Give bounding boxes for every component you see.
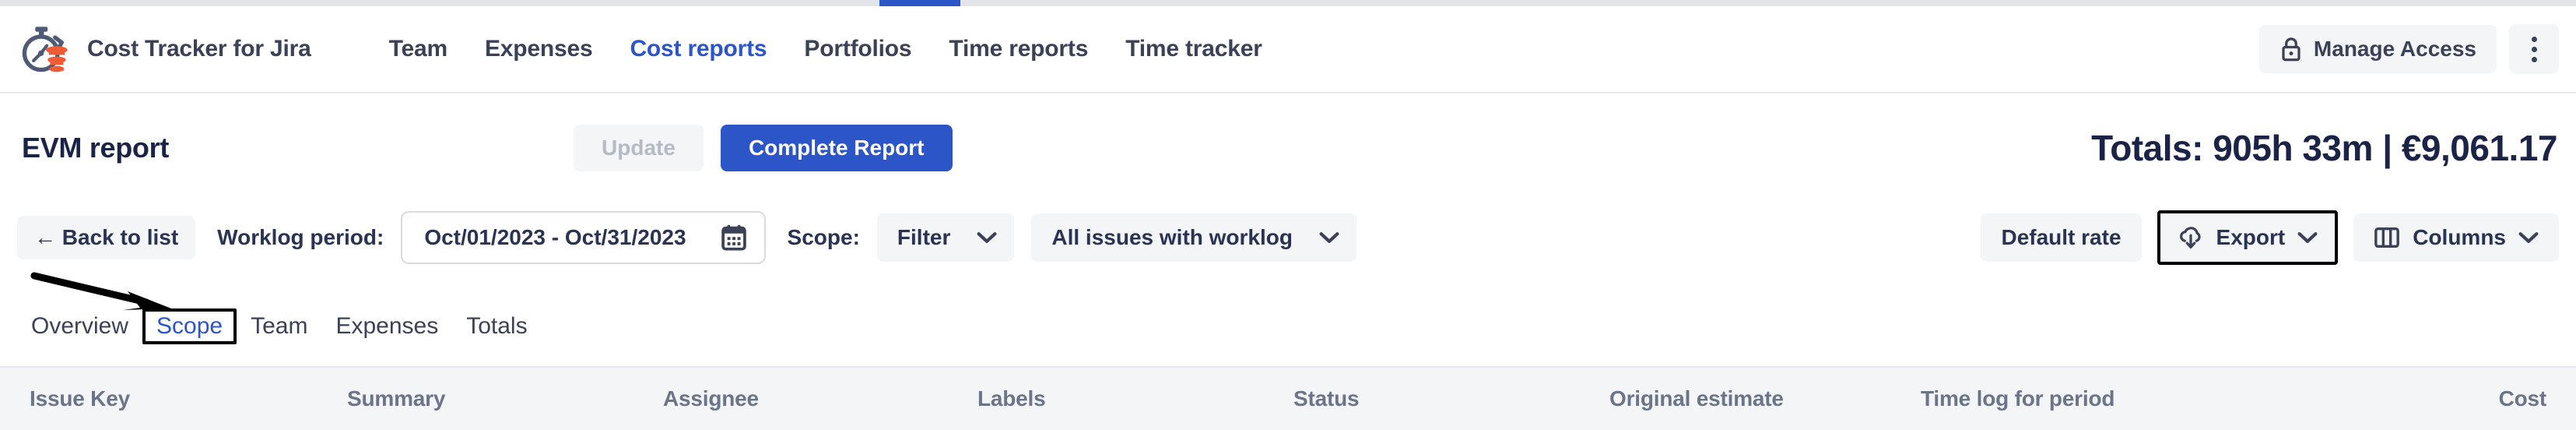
main-nav: Team Expenses Cost reports Portfolios Ti…: [370, 31, 1281, 67]
column-header-labels[interactable]: Labels: [977, 386, 1046, 411]
nav-item-team[interactable]: Team: [370, 31, 466, 67]
column-header-assignee[interactable]: Assignee: [663, 386, 759, 411]
column-header-issue-key[interactable]: Issue Key: [30, 386, 130, 411]
nav-item-expenses[interactable]: Expenses: [466, 31, 611, 67]
tab-expenses[interactable]: Expenses: [321, 312, 452, 341]
lock-icon: [2282, 37, 2301, 62]
columns-label: Columns: [2413, 225, 2506, 249]
column-header-summary[interactable]: Summary: [347, 386, 445, 411]
report-tabs: Overview Scope Team Expenses Totals: [0, 304, 2576, 349]
header-actions: Manage Access: [2258, 24, 2559, 74]
complete-report-button[interactable]: Complete Report: [720, 125, 953, 171]
top-progress-bar: [0, 0, 2576, 6]
calendar-icon[interactable]: [721, 224, 747, 252]
default-rate-button[interactable]: Default rate: [1981, 213, 2142, 262]
worklog-period-label: Worklog period:: [217, 225, 384, 249]
nav-item-time-tracker[interactable]: Time tracker: [1107, 31, 1281, 67]
nav-item-portfolios[interactable]: Portfolios: [785, 31, 930, 67]
issues-scope-select[interactable]: All issues with worklog: [1031, 213, 1356, 262]
filter-toolbar-right: Default rate Export Columns: [1981, 210, 2559, 265]
stopwatch-coin-icon: [22, 26, 68, 72]
filter-toolbar: ← Back to list Worklog period: Oct/01/20…: [0, 204, 2576, 271]
export-label: Export: [2216, 225, 2286, 249]
totals-summary: Totals: 905h 33m | €9,061.17: [2091, 128, 2557, 168]
more-vertical-icon: [2531, 56, 2537, 62]
report-actions: Update Complete Report: [574, 125, 953, 171]
manage-access-label: Manage Access: [2313, 37, 2476, 61]
column-header-status[interactable]: Status: [1293, 386, 1360, 411]
app-header: Cost Tracker for Jira Team Expenses Cost…: [0, 6, 2576, 93]
chevron-down-icon: [2297, 232, 2318, 243]
more-options-button[interactable]: [2509, 24, 2559, 74]
tab-scope[interactable]: Scope: [142, 308, 237, 344]
worklog-period-input[interactable]: Oct/01/2023 - Oct/31/2023: [401, 211, 766, 264]
report-title-row: EVM report Update Complete Report Totals…: [0, 109, 2576, 187]
columns-icon: [2374, 227, 2400, 248]
chevron-down-icon: [977, 232, 997, 243]
export-button[interactable]: Export: [2157, 210, 2339, 265]
issues-scope-select-value: All issues with worklog: [1051, 225, 1293, 249]
columns-button[interactable]: Columns: [2353, 213, 2559, 262]
top-progress-bar-fill: [879, 0, 960, 6]
default-rate-label: Default rate: [2001, 225, 2122, 249]
tab-overview[interactable]: Overview: [17, 312, 142, 341]
chevron-down-icon: [1319, 232, 1339, 243]
column-header-cost[interactable]: Cost: [2499, 386, 2547, 411]
more-vertical-icon: [2531, 46, 2537, 52]
issues-table-header: Issue Key Summary Assignee Labels Status…: [0, 366, 2576, 430]
nav-item-cost-reports[interactable]: Cost reports: [611, 31, 785, 67]
nav-item-time-reports[interactable]: Time reports: [930, 31, 1107, 67]
manage-access-button[interactable]: Manage Access: [2258, 25, 2497, 73]
cloud-download-icon: [2179, 227, 2201, 248]
tab-totals[interactable]: Totals: [452, 312, 541, 341]
scope-label: Scope:: [787, 225, 860, 249]
column-header-time-log-for-period[interactable]: Time log for period: [1921, 386, 2114, 411]
chevron-down-icon: [2518, 232, 2539, 243]
column-header-original-estimate[interactable]: Original estimate: [1609, 386, 1784, 411]
worklog-period-value: Oct/01/2023 - Oct/31/2023: [424, 225, 686, 249]
filter-select[interactable]: Filter: [876, 213, 1015, 262]
back-to-list-button[interactable]: ← Back to list: [17, 216, 196, 259]
update-button[interactable]: Update: [574, 125, 704, 171]
tab-team[interactable]: Team: [237, 312, 321, 341]
filter-select-value: Filter: [897, 225, 951, 249]
brand-name: Cost Tracker for Jira: [87, 36, 311, 62]
more-vertical-icon: [2531, 36, 2537, 42]
page-title: EVM report: [22, 132, 170, 164]
brand[interactable]: Cost Tracker for Jira: [19, 23, 311, 76]
